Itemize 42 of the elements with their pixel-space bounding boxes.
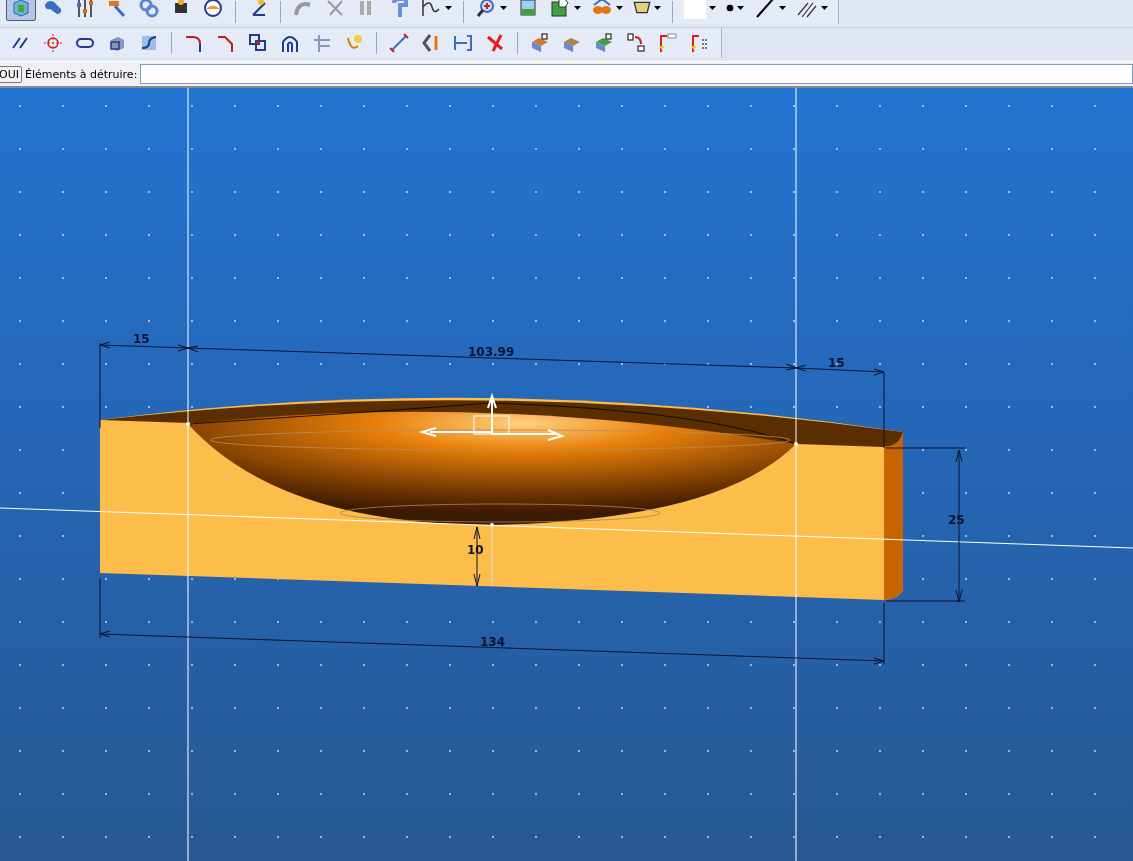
caret-icon — [574, 5, 581, 10]
caret-icon — [654, 5, 661, 10]
dimension-label: 15 — [133, 332, 150, 346]
caret-icon — [616, 5, 623, 10]
distance-icon — [388, 31, 410, 54]
chain-icon — [138, 0, 160, 19]
hammer-icon — [106, 0, 128, 19]
dimension-label: 10 — [467, 543, 484, 557]
dimension-label: 25 — [948, 513, 965, 527]
color-swatch-icon — [684, 0, 706, 19]
caret-icon — [779, 5, 786, 10]
dimension-label: 134 — [480, 635, 506, 649]
caret-icon — [737, 5, 744, 10]
axis-manipulator-icon — [418, 392, 565, 441]
yes-button[interactable]: OUI — [0, 65, 22, 83]
caret-icon — [445, 5, 452, 10]
line-icon — [754, 0, 776, 19]
flag-icon — [657, 31, 679, 54]
3d-viewport[interactable]: 15 103.99 15 10 25 134 — [0, 88, 1133, 861]
caret-icon — [500, 5, 507, 10]
zoom-icon — [475, 0, 497, 19]
sliders-icon — [74, 0, 96, 19]
prompt-label: Éléments à détruire: — [24, 67, 138, 81]
caret-icon — [821, 5, 828, 10]
picture-icon — [517, 0, 539, 19]
hatch-icon — [796, 0, 818, 19]
plane-icon — [529, 31, 551, 54]
plane-icon — [593, 31, 615, 54]
scribble-icon — [420, 0, 442, 19]
dimension-label: 103.99 — [468, 345, 515, 359]
dot-icon — [726, 3, 734, 12]
lamp-icon — [633, 1, 651, 14]
dome-icon — [202, 0, 224, 19]
caret-icon — [709, 5, 716, 10]
overlapping-squares-icon — [247, 31, 269, 54]
input-field[interactable] — [140, 64, 1133, 84]
dimension-label: 15 — [828, 356, 845, 370]
leader-line — [491, 524, 493, 587]
picture-icon — [549, 0, 571, 19]
reorder-icon — [625, 31, 647, 54]
point-icon — [42, 31, 64, 54]
cube-icon — [10, 0, 32, 19]
